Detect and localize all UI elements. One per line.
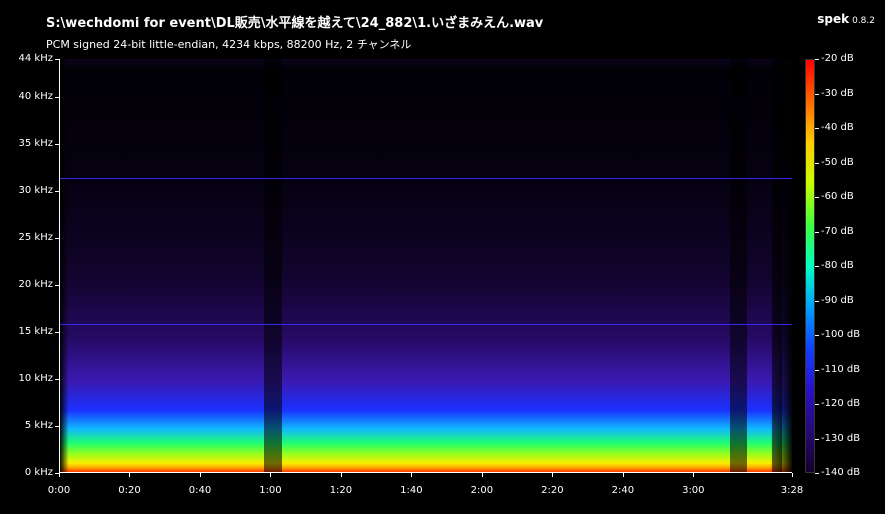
- x-tick-mark: [411, 473, 413, 477]
- app-name: spek: [817, 12, 850, 26]
- file-path-title: S:\wechdomi for event\DL販売\水平線を越えて\24_88…: [46, 16, 544, 31]
- y-tick-label: 25 kHz: [0, 232, 59, 243]
- y-tick-label: 10 kHz: [0, 373, 59, 384]
- x-tick-mark: [129, 473, 131, 477]
- x-tick-label: 0:40: [188, 485, 212, 496]
- db-tick-label: -140 dB: [815, 468, 860, 478]
- db-tick-label: -130 dB: [815, 433, 860, 444]
- db-tick-label: -80 dB: [815, 261, 854, 271]
- x-tick-label: 2:40: [611, 485, 635, 496]
- db-tick-label: -60 dB: [815, 192, 854, 202]
- x-tick-mark: [199, 473, 201, 477]
- x-tick-mark: [792, 473, 793, 477]
- y-tick-label: 35 kHz: [0, 138, 59, 149]
- x-tick-label: 1:20: [329, 485, 353, 496]
- y-tick-label: 15 kHz: [0, 326, 59, 337]
- y-tick-label: 30 kHz: [0, 185, 59, 196]
- frequency-guide-line: [60, 177, 792, 179]
- spectrogram-plot[interactable]: [59, 59, 792, 473]
- quiet-segment: [729, 59, 748, 472]
- x-tick-label: 2:20: [541, 485, 564, 496]
- db-tick-label: -50 dB: [815, 157, 854, 168]
- x-tick-label: 0:20: [118, 485, 141, 496]
- x-tick-mark: [693, 473, 695, 477]
- x-tick-mark: [59, 473, 60, 477]
- quiet-segment: [264, 59, 282, 472]
- x-tick-mark: [270, 473, 272, 477]
- db-tick-label: -40 dB: [815, 123, 854, 133]
- app-version: 0.8.2: [852, 16, 875, 26]
- x-tick-label: 3:28: [780, 485, 804, 496]
- frequency-guide-line: [60, 324, 792, 326]
- x-tick-label: 1:40: [400, 485, 423, 496]
- x-tick-mark: [340, 473, 342, 477]
- x-tick-label: 3:00: [682, 485, 705, 496]
- db-tick-label: -70 dB: [815, 226, 854, 237]
- y-tick-label: 20 kHz: [0, 279, 59, 290]
- spectrogram-shading: [60, 59, 792, 472]
- app-brand: spek 0.8.2: [817, 12, 875, 26]
- x-tick-mark: [622, 473, 624, 477]
- quiet-segment: [771, 59, 783, 472]
- db-tick-label: -20 dB: [815, 54, 854, 64]
- x-tick-mark: [481, 473, 483, 477]
- db-tick-label: -110 dB: [815, 364, 860, 375]
- db-tick-label: -30 dB: [815, 88, 854, 99]
- db-tick-label: -120 dB: [815, 399, 860, 409]
- file-format-info: PCM signed 24-bit little-endian, 4234 kb…: [46, 38, 412, 51]
- y-tick-label: 40 kHz: [0, 91, 59, 102]
- y-tick-label: 44 kHz: [0, 54, 59, 64]
- db-colorbar: [805, 59, 815, 473]
- x-tick-label: 0:00: [47, 485, 71, 496]
- db-tick-label: -90 dB: [815, 295, 854, 306]
- y-tick-label: 0 kHz: [0, 468, 59, 478]
- x-tick-label: 1:00: [259, 485, 282, 496]
- db-tick-label: -100 dB: [815, 330, 860, 340]
- y-tick-label: 5 kHz: [0, 420, 59, 431]
- x-tick-label: 2:00: [470, 485, 494, 496]
- x-tick-mark: [552, 473, 554, 477]
